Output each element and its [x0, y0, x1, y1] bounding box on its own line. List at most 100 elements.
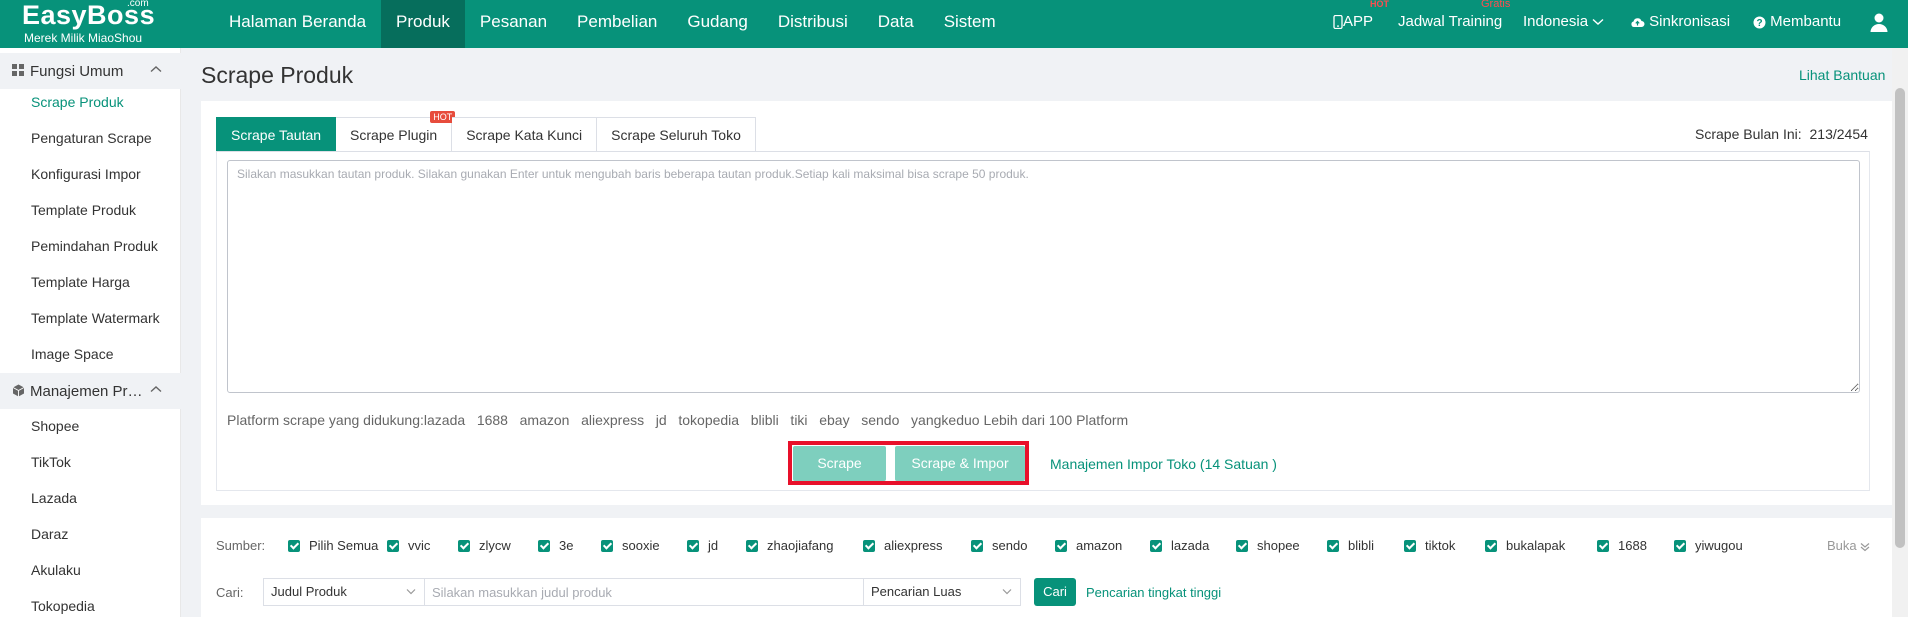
sidebar-item-tiktok[interactable]: TikTok	[31, 454, 71, 470]
checkbox-label: zhaojiafang	[767, 538, 834, 553]
checkbox-yiwugou[interactable]: yiwugou	[1674, 538, 1743, 553]
checkbox-1688[interactable]: 1688	[1597, 538, 1647, 553]
language-select[interactable]: Indonesia	[1523, 0, 1604, 48]
sidebar-group-fungsi-umum[interactable]: Fungsi Umum	[0, 53, 181, 89]
tab-scrape-seluruh-toko[interactable]: Scrape Seluruh Toko	[597, 117, 756, 152]
training-menu[interactable]: Jadwal Training Gratis	[1398, 0, 1510, 48]
training-label: Jadwal Training	[1398, 13, 1503, 30]
sidebar-item-template-watermark[interactable]: Template Watermark	[31, 310, 160, 326]
checkbox-zhaojiafang[interactable]: zhaojiafang	[746, 538, 834, 553]
checkbox-zlycw[interactable]: zlycw	[458, 538, 511, 553]
sidebar-item-shopee[interactable]: Shopee	[31, 418, 79, 434]
checkbox-3e[interactable]: 3e	[538, 538, 573, 553]
search-field-select[interactable]: Judul Produk	[263, 578, 425, 606]
store-import-management-link[interactable]: Manajemen Impor Toko (14 Satuan )	[1050, 456, 1277, 472]
brand-logo[interactable]: EasyBoss .com Merek Milik MiaoShou	[22, 0, 172, 48]
checkbox-checked-icon	[1055, 539, 1067, 552]
help-link[interactable]: Lihat Bantuan	[1799, 67, 1885, 83]
nav-item-pembelian[interactable]: Pembelian	[562, 0, 672, 48]
sidebar-item-image-space[interactable]: Image Space	[31, 346, 114, 362]
tab-scrape-plugin[interactable]: Scrape Plugin HOT	[336, 111, 456, 152]
checkbox-vvic[interactable]: vvic	[387, 538, 430, 553]
search-label: Cari:	[216, 585, 244, 600]
sidebar-item-pengaturan-scrape[interactable]: Pengaturan Scrape	[31, 130, 152, 146]
sidebar-item-pemindahan-produk[interactable]: Pemindahan Produk	[31, 238, 158, 254]
app-hot-badge: HOT	[1370, 0, 1389, 9]
sidebar-item-template-produk[interactable]: Template Produk	[31, 202, 136, 218]
source-label: Sumber:	[216, 538, 266, 553]
top-navbar: EasyBoss .com Merek Milik MiaoShou Halam…	[0, 0, 1908, 48]
training-gratis-badge: Gratis	[1481, 0, 1511, 10]
checkbox-sendo[interactable]: sendo	[971, 538, 1027, 553]
user-avatar[interactable]	[1870, 0, 1888, 48]
checkbox-blibli[interactable]: blibli	[1327, 538, 1374, 553]
main-nav: Halaman Beranda Produk Pesanan Pembelian…	[214, 0, 1011, 48]
tab-scrape-tautan[interactable]: Scrape Tautan	[216, 117, 337, 152]
search-button[interactable]: Cari	[1034, 578, 1076, 606]
sidebar-group-manajemen-produk[interactable]: Manajemen Produk	[0, 373, 181, 409]
nav-item-data[interactable]: Data	[863, 0, 929, 48]
checkbox-shopee[interactable]: shopee	[1236, 538, 1300, 553]
checkbox-sooxie[interactable]: sooxie	[601, 538, 660, 553]
checkbox-label: zlycw	[479, 538, 511, 553]
app-label: APP	[1343, 13, 1374, 30]
tab-scrape-kata-kunci[interactable]: Scrape Kata Kunci	[452, 117, 598, 152]
chevron-down-icon	[1002, 589, 1012, 595]
counter-value: 213/2454	[1809, 126, 1868, 142]
checkbox-bukalapak[interactable]: bukalapak	[1485, 538, 1565, 553]
scrape-tabs: Scrape Tautan Scrape Plugin HOT Scrape Ka…	[216, 111, 756, 152]
monthly-scrape-counter: Scrape Bulan Ini: 213/2454	[1695, 126, 1868, 142]
user-icon	[1870, 13, 1888, 32]
checkbox-tiktok[interactable]: tiktok	[1404, 538, 1455, 553]
product-title-search-input[interactable]	[425, 578, 863, 606]
select-value: Judul Produk	[271, 584, 347, 599]
nav-item-sistem[interactable]: Sistem	[929, 0, 1011, 48]
sidebar-item-tokopedia[interactable]: Tokopedia	[31, 598, 95, 614]
nav-item-pesanan[interactable]: Pesanan	[465, 0, 562, 48]
checkbox-checked-icon	[458, 539, 470, 552]
select-value: Pencarian Luas	[871, 584, 962, 599]
chevron-down-icon	[1592, 19, 1604, 25]
page-title: Scrape Produk	[201, 62, 354, 88]
chevron-up-icon	[150, 386, 162, 393]
checkbox-aliexpress[interactable]: aliexpress	[863, 538, 943, 553]
checkbox-lazada[interactable]: lazada	[1150, 538, 1209, 553]
sidebar-item-konfigurasi-impor[interactable]: Konfigurasi Impor	[31, 166, 141, 182]
sidebar-item-akulaku[interactable]: Akulaku	[31, 562, 81, 578]
question-icon: ?	[1753, 16, 1766, 29]
sidebar-item-daraz[interactable]: Daraz	[31, 526, 68, 542]
checkbox-checked-icon	[1327, 539, 1339, 552]
sync-menu[interactable]: Sinkronisasi	[1630, 0, 1730, 48]
scrape-import-button[interactable]: Scrape & Impor	[895, 446, 1025, 481]
search-mode-select[interactable]: Pencarian Luas	[863, 578, 1021, 606]
checkbox-jd[interactable]: jd	[687, 538, 718, 553]
checkbox-label: blibli	[1348, 538, 1375, 553]
chevron-up-icon	[150, 66, 162, 73]
checkbox-amazon[interactable]: amazon	[1055, 538, 1122, 553]
checkbox-checked-icon	[971, 539, 983, 552]
scrape-button[interactable]: Scrape	[793, 446, 886, 481]
product-url-textarea[interactable]	[227, 160, 1860, 393]
expand-sources-toggle[interactable]: Buka	[1827, 538, 1870, 553]
scrollbar-thumb[interactable]	[1895, 88, 1905, 548]
sidebar-item-scrape-produk[interactable]: Scrape Produk	[31, 94, 124, 110]
checkbox-checked-icon	[1597, 539, 1609, 552]
nav-item-produk[interactable]: Produk	[381, 0, 465, 48]
nav-item-distribusi[interactable]: Distribusi	[763, 0, 863, 48]
app-menu[interactable]: APP HOT	[1333, 0, 1389, 48]
expand-label: Buka	[1827, 538, 1857, 553]
sidebar-item-template-harga[interactable]: Template Harga	[31, 274, 130, 290]
checkbox-label: 3e	[559, 538, 574, 553]
tab-label: Scrape Tautan	[231, 127, 322, 143]
phone-icon	[1333, 15, 1343, 30]
advanced-search-link[interactable]: Pencarian tingkat tinggi	[1086, 585, 1221, 600]
checkbox-checked-icon	[1236, 539, 1248, 552]
grid-icon	[12, 64, 24, 76]
checkbox-checked-icon	[288, 539, 300, 552]
checkbox-pilih-semua[interactable]: Pilih Semua	[288, 538, 378, 553]
help-menu[interactable]: ? Membantu	[1753, 0, 1841, 48]
supported-platforms-label: Platform scrape yang didukung:lazada 168…	[227, 412, 1129, 428]
sidebar-item-lazada[interactable]: Lazada	[31, 490, 77, 506]
nav-item-beranda[interactable]: Halaman Beranda	[214, 0, 381, 48]
nav-item-gudang[interactable]: Gudang	[672, 0, 763, 48]
